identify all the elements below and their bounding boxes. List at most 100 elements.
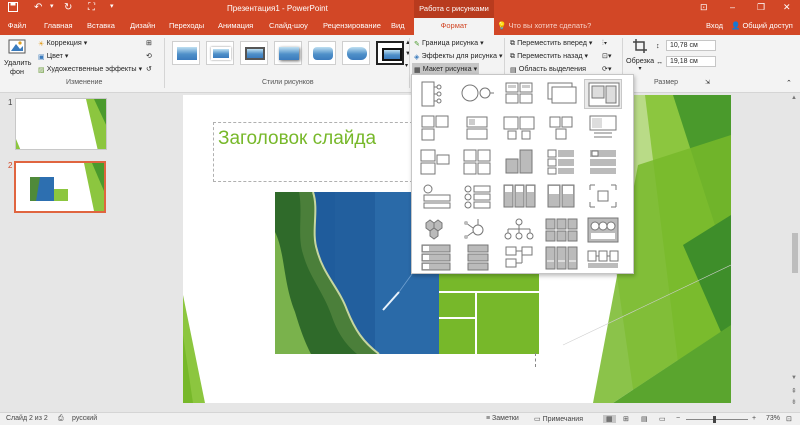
smartart-block-left-1[interactable] [439, 293, 475, 317]
next-slide-icon[interactable]: ⇟ [791, 398, 797, 406]
tab-transitions[interactable]: Переходы [169, 21, 204, 30]
styles-scroll-down-icon[interactable]: ▼ [405, 51, 411, 57]
start-from-beginning-icon[interactable]: ⛶ [88, 2, 95, 13]
scroll-up-icon[interactable]: ▲ [791, 95, 797, 101]
scroll-thumb[interactable] [792, 233, 798, 273]
collapse-ribbon-icon[interactable]: ⌃ [786, 79, 792, 87]
undo-icon[interactable]: ↶ [34, 2, 42, 13]
styles-more-icon[interactable]: ▾ [405, 62, 408, 69]
layout-option-9[interactable] [542, 113, 580, 143]
layout-option-15[interactable] [584, 147, 622, 177]
bring-forward-button[interactable]: ⧉ Переместить вперед ▾ [510, 38, 593, 48]
comments-button[interactable]: ▭ Примечания [534, 415, 583, 423]
picture-effects-button[interactable]: ◈ Эффекты для рисунка ▾ [414, 51, 503, 61]
layout-option-8[interactable] [500, 113, 538, 143]
group-objects-icon[interactable]: ⊡▾ [602, 51, 612, 60]
size-dialog-launcher-icon[interactable]: ⇲ [705, 79, 710, 86]
tab-file[interactable]: Файл [0, 18, 34, 35]
zoom-in-icon[interactable]: + [752, 415, 756, 422]
layout-option-18[interactable] [500, 181, 538, 211]
layout-option-6[interactable] [416, 113, 454, 143]
reading-view-icon[interactable]: ▤ [641, 415, 648, 423]
layout-option-2[interactable] [458, 79, 496, 109]
picture-style-1[interactable] [172, 41, 200, 65]
slide-thumbnail-2[interactable] [14, 161, 106, 213]
save-icon[interactable] [8, 2, 18, 15]
tab-insert[interactable]: Вставка [87, 21, 115, 30]
layout-option-25[interactable] [584, 215, 622, 245]
smartart-block-left-2[interactable] [439, 319, 475, 354]
layout-option-5-selected[interactable] [584, 79, 622, 109]
layout-option-21[interactable] [416, 215, 454, 245]
maximize-icon[interactable]: ❐ [757, 2, 765, 13]
picture-layout-button[interactable]: ▦ Макет рисунка ▾ [412, 63, 480, 75]
fit-to-window-icon[interactable]: ⊡ [786, 415, 792, 423]
layout-option-22[interactable] [458, 215, 496, 245]
tell-me-search[interactable]: 💡 Что вы хотите сделать? [497, 21, 591, 30]
layout-option-16[interactable] [416, 181, 454, 211]
layout-option-28[interactable] [500, 243, 538, 273]
layout-option-17[interactable] [458, 181, 496, 211]
layout-option-20[interactable] [584, 181, 622, 211]
previous-slide-icon[interactable]: ⇞ [791, 387, 797, 395]
slide-sorter-icon[interactable]: ⊞ [623, 415, 629, 423]
color-button[interactable]: ▣ Цвет ▾ [38, 51, 69, 61]
notes-button[interactable]: ≡ Заметки [486, 415, 519, 422]
layout-option-24[interactable] [542, 215, 580, 245]
zoom-slider-thumb[interactable] [713, 416, 716, 423]
layout-option-13[interactable] [500, 147, 538, 177]
layout-option-27[interactable] [458, 243, 496, 273]
layout-option-7[interactable] [458, 113, 496, 143]
ribbon-display-options-icon[interactable]: ⊡ [700, 2, 708, 13]
picture-style-2[interactable] [206, 41, 234, 65]
redo-icon[interactable]: ↻ [64, 2, 72, 13]
tab-slideshow[interactable]: Слайд-шоу [269, 21, 308, 30]
picture-style-3[interactable] [240, 41, 268, 65]
slideshow-icon[interactable]: ▭ [659, 415, 666, 423]
layout-option-1[interactable] [416, 79, 454, 109]
artistic-effects-button[interactable]: ▨ Художественные эффекты ▾ [38, 64, 142, 74]
tab-review[interactable]: Рецензирование [323, 21, 381, 30]
layout-option-26[interactable] [416, 243, 454, 273]
minimize-icon[interactable]: – [730, 2, 735, 12]
vertical-scrollbar[interactable]: ▲ ▼ ⇞ ⇟ [790, 93, 800, 412]
tab-animations[interactable]: Анимация [218, 21, 253, 30]
align-icon[interactable]: ⫶▾ [602, 38, 607, 48]
change-picture-icon[interactable]: ⟲ [146, 51, 152, 60]
selection-pane-button[interactable]: ▤ Область выделения [510, 64, 586, 74]
scroll-down-icon[interactable]: ▼ [791, 375, 797, 381]
spellcheck-icon[interactable]: ⎙ [58, 415, 64, 423]
layout-option-10[interactable] [584, 113, 622, 143]
tab-home[interactable]: Главная [44, 21, 73, 30]
tab-format[interactable]: Формат [414, 18, 494, 35]
zoom-level[interactable]: 73% [766, 415, 780, 422]
customize-qat-icon[interactable]: ▾ [110, 2, 114, 10]
rotate-icon[interactable]: ⟳▾ [602, 64, 612, 73]
layout-option-30[interactable] [584, 243, 622, 273]
close-icon[interactable]: ✕ [783, 2, 791, 13]
picture-style-7[interactable] [376, 41, 404, 65]
correction-button[interactable]: ☀ Коррекция ▾ [38, 38, 87, 48]
layout-option-12[interactable] [458, 147, 496, 177]
smartart-block-large[interactable] [477, 293, 539, 354]
normal-view-icon[interactable]: ▦ [603, 415, 616, 423]
layout-option-14[interactable] [542, 147, 580, 177]
compress-pictures-icon[interactable]: ⊞ [146, 38, 152, 47]
layout-option-19[interactable] [542, 181, 580, 211]
sign-in-link[interactable]: Вход [706, 21, 723, 30]
layout-option-3[interactable] [500, 79, 538, 109]
layout-option-29[interactable] [542, 243, 580, 273]
layout-option-4[interactable] [542, 79, 580, 109]
smartart-block-top[interactable] [439, 271, 539, 291]
layout-option-11[interactable] [416, 147, 454, 177]
language-indicator[interactable]: русский [72, 415, 97, 422]
share-button[interactable]: 👤 Общий доступ [731, 21, 793, 30]
zoom-out-icon[interactable]: − [676, 415, 680, 422]
send-backward-button[interactable]: ⧉ Переместить назад ▾ [510, 51, 588, 61]
crop-button[interactable]: Обрезка ▾ [626, 38, 654, 72]
picture-style-4[interactable] [274, 41, 302, 65]
picture-style-6[interactable] [342, 41, 370, 65]
slide-thumbnail-1[interactable] [15, 98, 107, 150]
title-placeholder[interactable]: Заголовок слайда [213, 122, 413, 182]
styles-scroll-up-icon[interactable]: ▲ [405, 40, 411, 46]
